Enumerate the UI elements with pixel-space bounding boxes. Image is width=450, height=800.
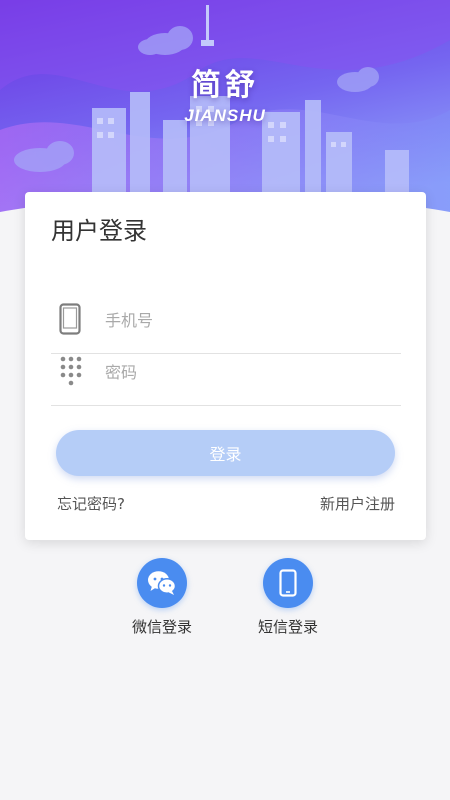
brand-name-en: JIANSHU xyxy=(184,106,266,125)
sms-login-button[interactable]: 短信登录 xyxy=(238,558,338,637)
brand-name-cn: 简舒 xyxy=(191,68,259,103)
keypad-icon xyxy=(59,356,83,390)
wechat-login-label: 微信登录 xyxy=(131,618,192,636)
login-button[interactable]: 登录 xyxy=(56,430,395,476)
sms-login-label: 短信登录 xyxy=(257,618,318,636)
wechat-login-button[interactable]: 微信登录 xyxy=(112,558,212,637)
brand-logo: 简舒 JIANSHU xyxy=(0,68,450,126)
smartphone-icon xyxy=(263,558,313,608)
wechat-icon xyxy=(137,558,187,608)
phone-icon xyxy=(59,302,81,339)
password-field xyxy=(51,340,401,406)
password-input[interactable] xyxy=(105,340,385,405)
login-title: 用户登录 xyxy=(51,217,147,245)
login-card: 用户登录 登录 忘记密码? 新用户注册 xyxy=(25,192,426,540)
register-link[interactable]: 新用户注册 xyxy=(320,494,395,514)
forgot-password-link[interactable]: 忘记密码? xyxy=(57,494,125,514)
